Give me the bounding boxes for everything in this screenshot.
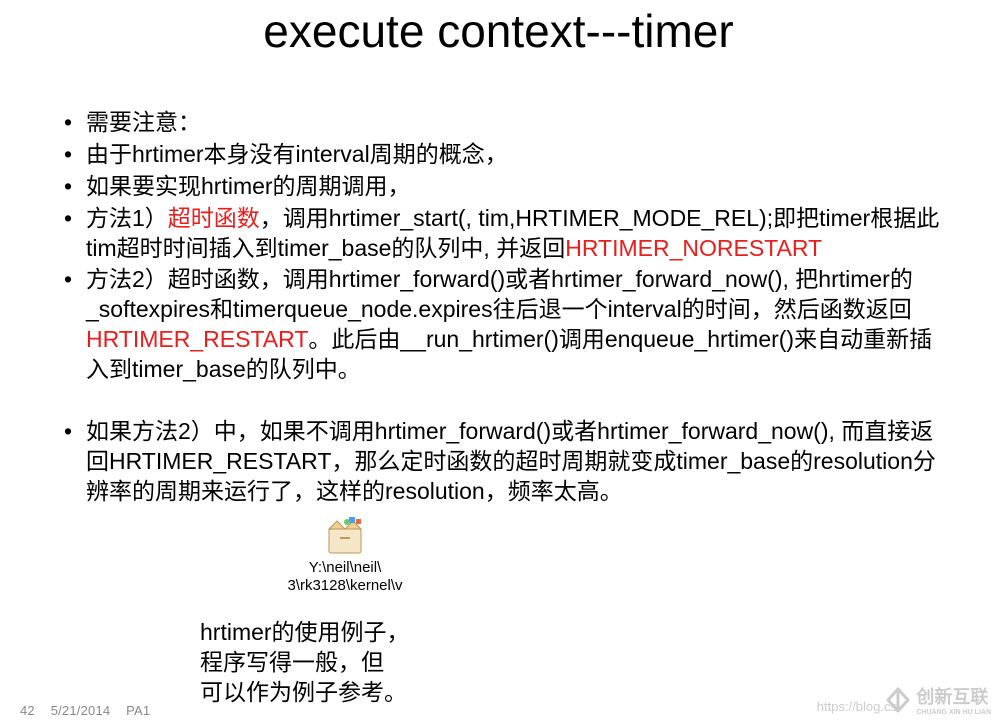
- footer-date: 5/21/2014: [51, 703, 111, 718]
- logo-brand-subtext: CHUANG XIN HU LIAN: [916, 709, 991, 716]
- logo-icon: [884, 686, 912, 714]
- path-line: Y:\neil\neil\: [309, 559, 382, 576]
- text-segment: 方法2）超时函数，调用hrtimer_forward()或者hrtimer_fo…: [86, 266, 913, 322]
- logo-brand-text: 创新互联: [916, 683, 991, 709]
- caption-text: hrtimer的使用例子， 程序写得一般，但 可以作为例子参考。: [200, 618, 410, 708]
- highlight-text: HRTIMER_RESTART: [86, 326, 308, 352]
- bullet-item: 方法1）超时函数，调用hrtimer_start(, tim,HRTIMER_M…: [56, 204, 947, 264]
- bullet-item: 方法2）超时函数，调用hrtimer_forward()或者hrtimer_fo…: [56, 265, 947, 385]
- caption-line: hrtimer的使用例子，: [200, 618, 410, 648]
- path-line: 3\rk3128\kernel\v: [287, 577, 402, 594]
- caption-line: 可以作为例子参考。: [200, 678, 410, 708]
- package-icon: [323, 515, 367, 555]
- content-area: 需要注意： 由于hrtimer本身没有interval周期的概念， 如果要实现h…: [0, 58, 997, 507]
- footer-tag: PA1: [126, 703, 150, 718]
- text-segment: 方法1）: [86, 205, 168, 231]
- bullet-item: 由于hrtimer本身没有interval周期的概念，: [56, 140, 947, 170]
- bullet-item: 需要注意：: [56, 108, 947, 138]
- highlight-text: HRTIMER_NORESTART: [565, 235, 822, 261]
- slide-title: execute context---timer: [0, 0, 997, 58]
- bullet-item: 如果方法2）中，如果不调用hrtimer_forward()或者hrtimer_…: [56, 417, 947, 507]
- bullet-list-2: 如果方法2）中，如果不调用hrtimer_forward()或者hrtimer_…: [56, 417, 947, 507]
- slide-footer: 42 5/21/2014 PA1: [20, 703, 162, 718]
- watermark-logo: 创新互联 CHUANG XIN HU LIAN: [884, 683, 991, 716]
- page-number: 42: [20, 703, 35, 718]
- caption-line: 程序写得一般，但: [200, 648, 410, 678]
- bullet-list: 需要注意： 由于hrtimer本身没有interval周期的概念， 如果要实现h…: [56, 108, 947, 385]
- embedded-file-path: Y:\neil\neil\ 3\rk3128\kernel\v: [245, 559, 445, 595]
- highlight-text: 超时函数: [168, 205, 260, 231]
- bullet-item: 如果要实现hrtimer的周期调用，: [56, 172, 947, 202]
- embedded-file[interactable]: Y:\neil\neil\ 3\rk3128\kernel\v: [245, 515, 445, 595]
